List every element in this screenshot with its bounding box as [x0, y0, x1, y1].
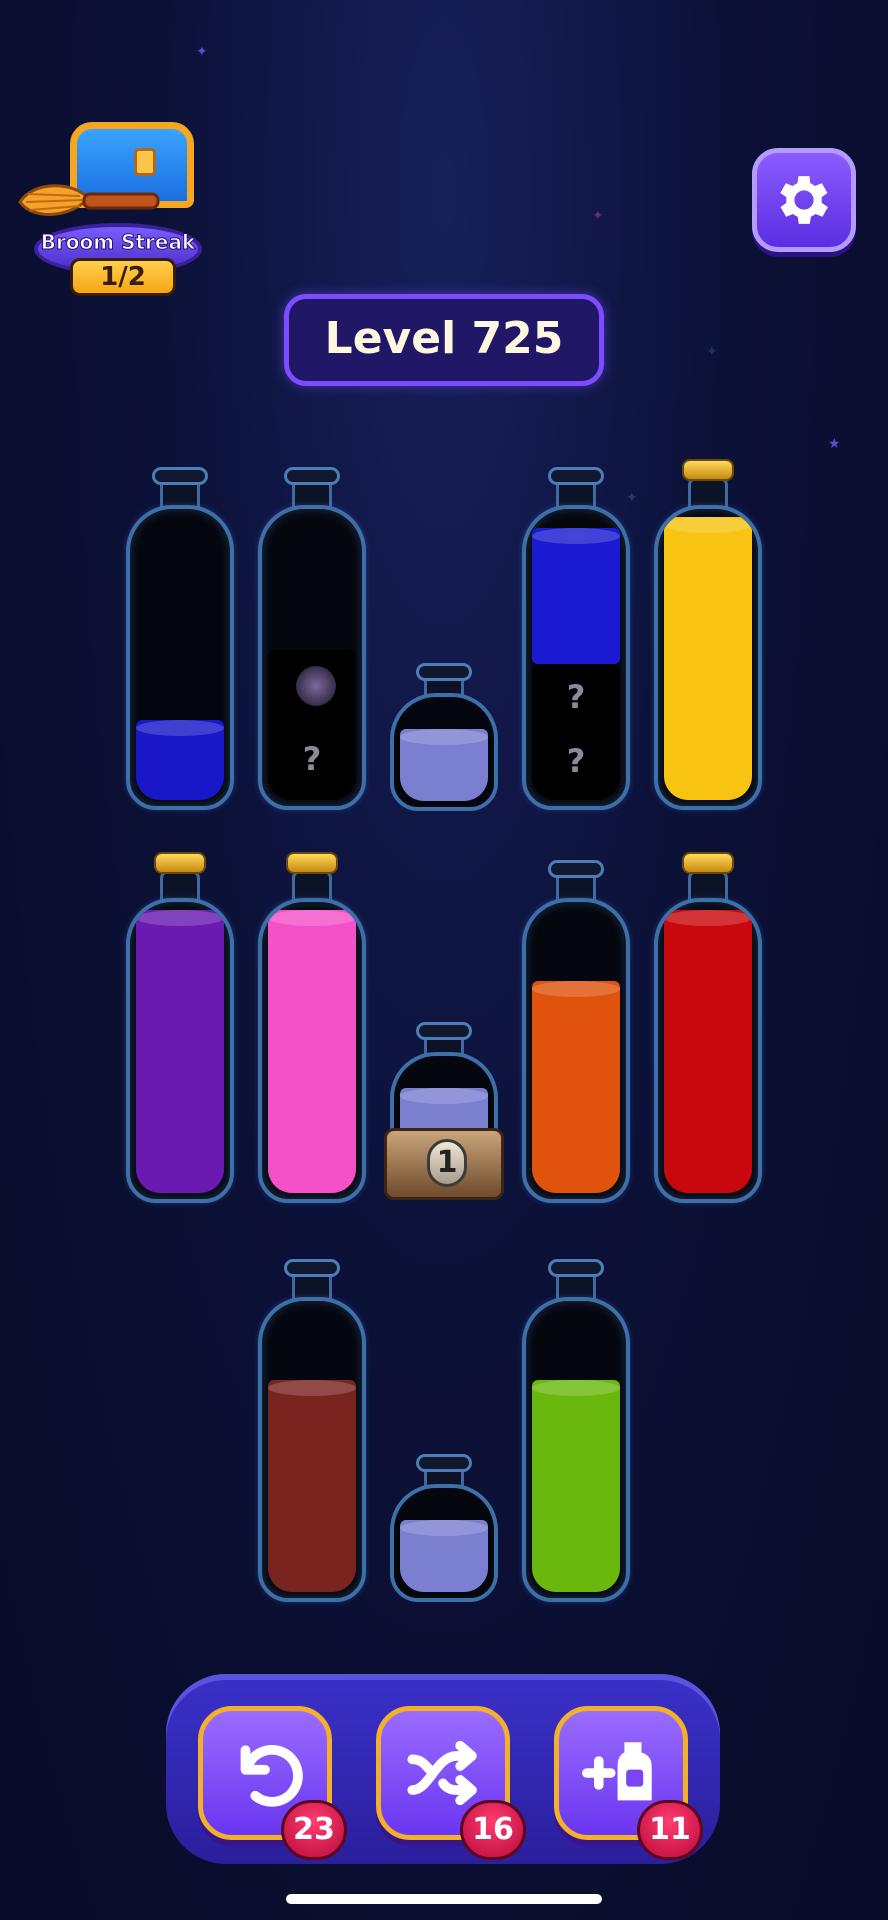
cork	[682, 852, 734, 874]
streak-label: Broom Streak	[40, 230, 196, 255]
bottle[interactable]	[520, 858, 632, 1203]
bottle[interactable]: ?	[256, 465, 368, 810]
bottle[interactable]: ? ?	[520, 465, 632, 810]
liquid-brown	[268, 1380, 356, 1592]
small-bottle[interactable]	[388, 661, 500, 811]
bottle-corked[interactable]	[256, 852, 368, 1203]
home-indicator[interactable]	[286, 1894, 602, 1904]
undo-count: 23	[281, 1800, 347, 1860]
star-decoration: ✦	[196, 44, 208, 60]
undo-icon	[240, 1744, 303, 1807]
add-bottle-count: 11	[637, 1800, 703, 1860]
broom-streak-widget[interactable]: Broom Streak 1/2	[12, 118, 207, 298]
liquid-blue	[532, 528, 620, 664]
add-bottle-icon	[582, 1742, 652, 1801]
liquid-lavender	[400, 729, 488, 801]
streak-progress: 1/2	[70, 258, 176, 296]
bottle[interactable]	[520, 1257, 632, 1602]
cork	[682, 459, 734, 481]
liquid-green	[532, 1380, 620, 1592]
liquid-blue	[136, 720, 224, 800]
hidden-liquid: ? ?	[532, 664, 620, 800]
hidden-liquid: ?	[268, 650, 356, 800]
settings-button[interactable]	[752, 148, 856, 252]
star-decoration: ✦	[592, 208, 604, 224]
star-decoration: ★	[828, 436, 841, 452]
liquid-orange	[532, 981, 620, 1193]
shuffle-count: 16	[460, 1800, 526, 1860]
liquid-purple	[136, 910, 224, 1193]
hidden-marker: ?	[302, 740, 322, 778]
cork	[154, 852, 206, 874]
hidden-marker: ?	[566, 678, 586, 716]
liquid-yellow	[664, 517, 752, 800]
broom-icon	[18, 184, 160, 216]
bottle[interactable]	[124, 465, 236, 810]
shuffle-icon	[407, 1740, 477, 1806]
hidden-marker: ?	[566, 742, 586, 780]
star-decoration: ✦	[706, 344, 718, 360]
cork	[286, 852, 338, 874]
lock-icon	[134, 148, 156, 176]
liquid-pink	[268, 910, 356, 1193]
liquid-red	[664, 910, 752, 1193]
bottle-corked[interactable]	[652, 459, 764, 810]
bottle-corked[interactable]	[124, 852, 236, 1203]
liquid-lavender	[400, 1520, 488, 1592]
gear-icon	[780, 176, 828, 224]
lock-counter-badge: 1	[384, 1128, 504, 1200]
ghost-icon	[296, 666, 336, 706]
level-title: Level 725	[284, 294, 604, 386]
bottle[interactable]	[256, 1257, 368, 1602]
lock-counter: 1	[427, 1139, 467, 1187]
small-bottle[interactable]	[388, 1452, 500, 1602]
bottle-corked[interactable]	[652, 852, 764, 1203]
